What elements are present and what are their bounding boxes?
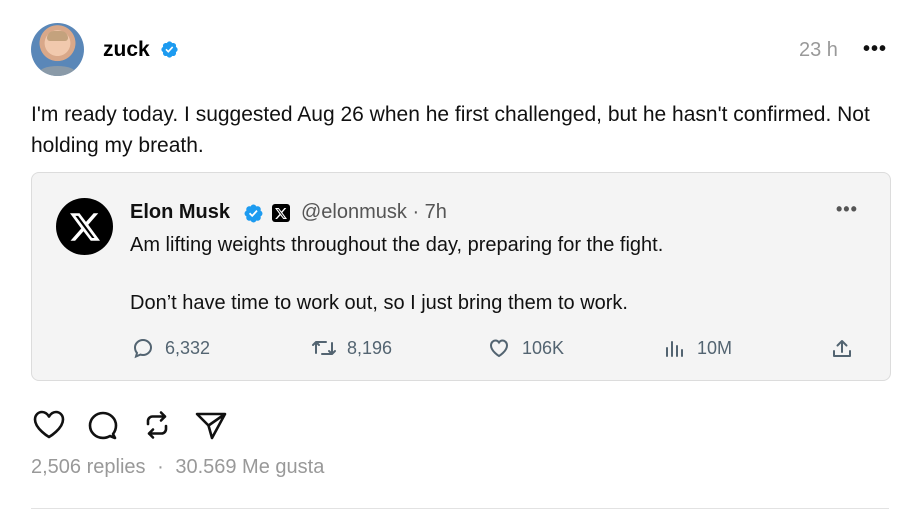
quoted-reply-stat[interactable]: 6,332 xyxy=(131,336,210,360)
like-button[interactable] xyxy=(32,409,66,441)
post-timestamp: 23 h xyxy=(799,39,838,61)
post-text: I'm ready today. I suggested Aug 26 when… xyxy=(31,103,870,157)
like-icon xyxy=(489,339,509,358)
verified-badge-icon xyxy=(161,41,178,58)
divider xyxy=(31,508,889,509)
separator-dot: · xyxy=(157,456,164,478)
heart-icon xyxy=(33,410,65,439)
quoted-text-line-1: Am lifting weights throughout the day, p… xyxy=(130,234,664,256)
reply-icon xyxy=(133,338,153,359)
reply-count: 6,332 xyxy=(165,337,211,358)
quoted-like-stat[interactable]: 106K xyxy=(486,336,564,360)
x-logo-icon xyxy=(56,198,113,255)
replies-count-link[interactable]: 2,506 replies xyxy=(31,456,146,478)
more-options-button[interactable]: ••• xyxy=(863,38,887,61)
x-affiliate-badge-icon xyxy=(272,204,290,222)
verified-badge-icon xyxy=(244,204,263,223)
likes-count-link[interactable]: 30.569 Me gusta xyxy=(175,456,324,478)
repost-count: 8,196 xyxy=(347,337,393,358)
post-stats-footer: 2,506 replies · 30.569 Me gusta xyxy=(31,456,324,479)
repost-button[interactable] xyxy=(140,409,174,441)
repost-icon xyxy=(146,411,168,439)
repost-icon xyxy=(312,341,336,355)
quoted-more-button[interactable]: ••• xyxy=(836,199,858,220)
send-button[interactable] xyxy=(194,409,228,441)
username[interactable]: zuck xyxy=(103,38,150,62)
views-count: 10M xyxy=(697,337,733,358)
quoted-post-card[interactable]: Elon Musk @elonmusk · 7h ••• Am lifting … xyxy=(31,172,891,381)
quoted-views-stat[interactable]: 10M xyxy=(663,336,732,360)
quoted-author-handle[interactable]: @elonmusk · 7h xyxy=(301,201,447,224)
quoted-author-name[interactable]: Elon Musk xyxy=(130,201,230,224)
views-chart-icon xyxy=(666,341,683,357)
like-count: 106K xyxy=(522,337,565,358)
share-upload-icon[interactable] xyxy=(830,337,854,361)
quoted-repost-stat[interactable]: 8,196 xyxy=(311,336,392,360)
comment-button[interactable] xyxy=(86,409,120,441)
avatar[interactable] xyxy=(31,23,84,76)
send-icon xyxy=(195,412,227,440)
post-action-bar xyxy=(32,409,228,441)
quoted-text-line-2: Don’t have time to work out, so I just b… xyxy=(130,292,628,314)
comment-icon xyxy=(88,411,118,440)
